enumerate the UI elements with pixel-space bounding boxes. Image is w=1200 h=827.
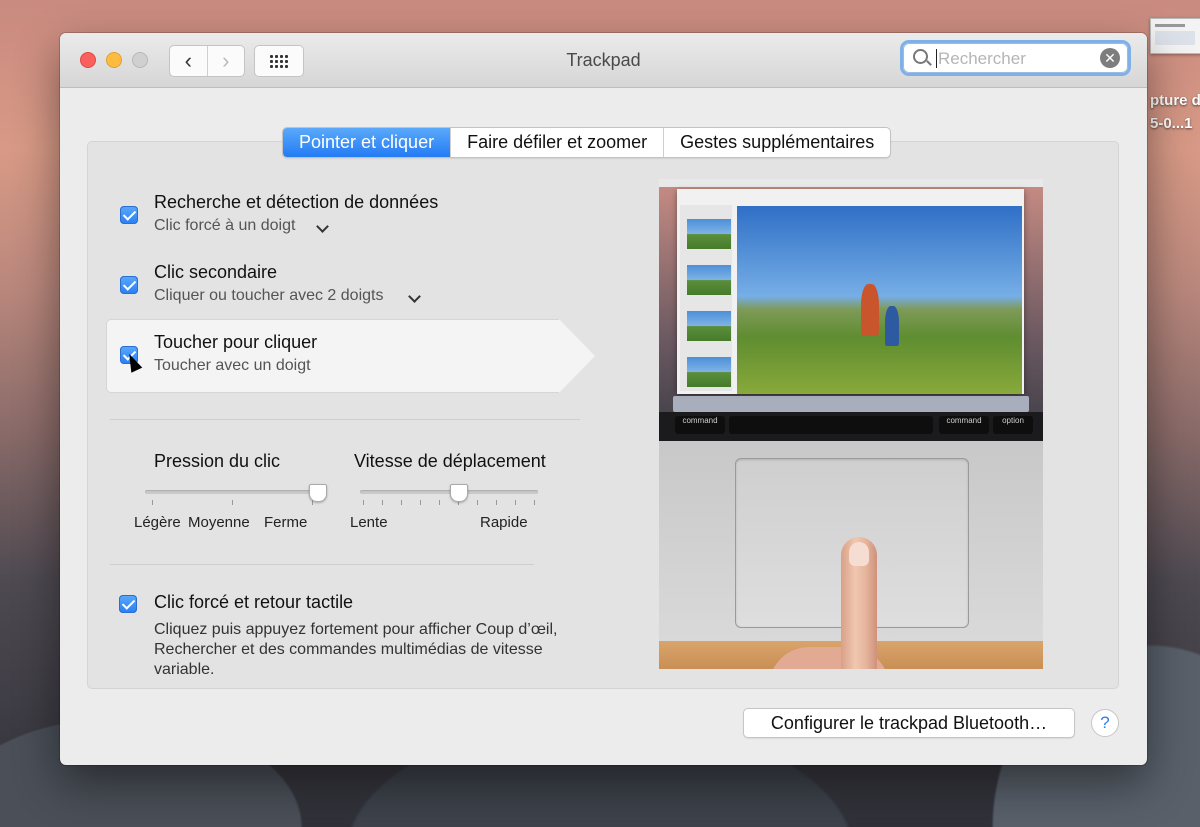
slider-title-vitesse: Vitesse de déplacement [354, 451, 546, 471]
slider-title-pression: Pression du clic [154, 451, 281, 471]
clear-search-icon[interactable]: ✕ [1100, 48, 1120, 68]
slider-label: Légère [134, 514, 181, 531]
checkbox-clic-force[interactable] [119, 595, 137, 613]
option-description: Cliquez puis appuyez fortement pour affi… [154, 621, 558, 678]
option-title: Toucher pour cliquer [154, 332, 318, 352]
option-subtitle[interactable]: Cliquer ou toucher avec 2 doigts [154, 287, 383, 305]
slider-label: Lente [350, 514, 388, 531]
divider [110, 419, 580, 420]
pression-slider-knob[interactable] [309, 484, 327, 502]
slider-tick [420, 500, 421, 505]
option-title: Recherche et détection de données [154, 192, 439, 212]
selected-option-highlight [106, 319, 595, 393]
slider-label: Rapide [480, 514, 528, 531]
option-subtitle: Toucher avec un doigt [154, 357, 311, 374]
slider-tick [382, 500, 383, 505]
desktop-screenshot-file-icon[interactable] [1150, 18, 1200, 54]
option-subtitle[interactable]: Clic forcé à un doigt [154, 217, 295, 235]
slider-tick [515, 500, 516, 505]
slider-tick [232, 500, 233, 505]
title-bar: ‹ › Trackpad ✕ [60, 33, 1147, 88]
tab-pointer-et-cliquer[interactable]: Pointer et cliquer [283, 128, 451, 157]
tab-bar: Pointer et cliquer Faire défiler et zoom… [282, 127, 892, 158]
slider-label: Moyenne [188, 514, 250, 531]
desktop-file-label[interactable]: pture d [1150, 92, 1200, 109]
key-label: command [939, 416, 989, 434]
slider-tick [496, 500, 497, 505]
slider-tick [152, 500, 153, 505]
trackpad-preview-image: command command option [659, 179, 1043, 669]
option-title: Clic forcé et retour tactile [154, 592, 354, 612]
preview-screen: command command option [659, 179, 1043, 441]
pression-slider-track[interactable] [145, 490, 317, 494]
tab-gestes-supplementaires[interactable]: Gestes supplémentaires [663, 128, 890, 157]
key-label: option [993, 416, 1033, 434]
slider-tick [534, 500, 535, 505]
divider [110, 564, 534, 565]
search-field[interactable]: ✕ [903, 43, 1128, 73]
configure-bluetooth-trackpad-button[interactable]: Configurer le trackpad Bluetooth… [743, 708, 1075, 738]
text-cursor [936, 49, 937, 68]
search-icon [913, 49, 928, 64]
desktop-file-label[interactable]: 5-0...1 [1150, 115, 1193, 132]
finger-illustration [841, 537, 877, 669]
slider-tick [439, 500, 440, 505]
slider-tick [477, 500, 478, 505]
checkbox-clic-secondaire[interactable] [120, 276, 138, 294]
search-input[interactable] [936, 47, 1100, 71]
key-label: command [675, 416, 725, 434]
vitesse-slider-knob[interactable] [449, 484, 468, 502]
checkbox-recherche-detection[interactable] [120, 206, 138, 224]
slider-tick [401, 500, 402, 505]
option-title: Clic secondaire [154, 262, 278, 282]
help-button[interactable]: ? [1091, 709, 1119, 737]
slider-tick [363, 500, 364, 505]
tab-faire-defiler-et-zoomer[interactable]: Faire défiler et zoomer [450, 128, 663, 157]
preferences-window: ‹ › Trackpad ✕ Pointer et cliquer Faire … [60, 33, 1147, 765]
slider-label: Ferme [264, 514, 308, 531]
